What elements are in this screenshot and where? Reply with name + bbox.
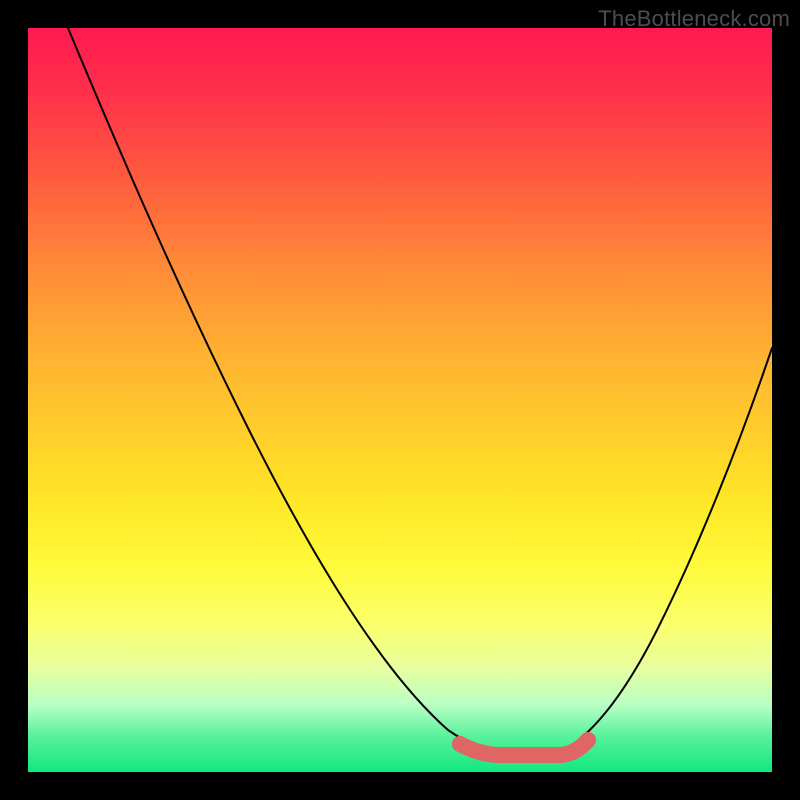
curve-left-limb (68, 28, 498, 751)
optimal-region-marker (460, 740, 588, 755)
plot-area (28, 28, 772, 772)
optimal-region-end-dot (580, 732, 596, 748)
curve-overlay (28, 28, 772, 772)
chart-stage: TheBottleneck.com (0, 0, 800, 800)
curve-right-limb (568, 348, 772, 748)
optimal-region-start-dot (452, 736, 468, 752)
